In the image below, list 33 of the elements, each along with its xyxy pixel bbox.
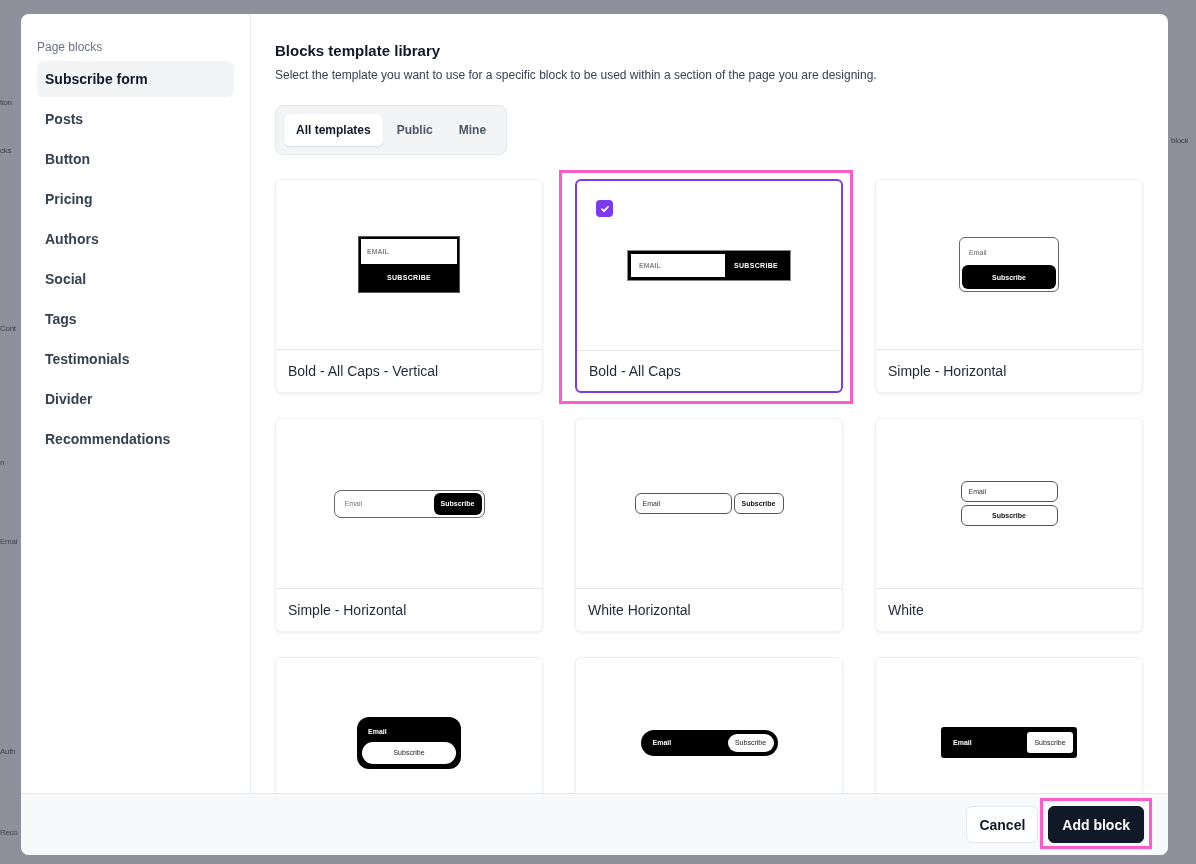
filter-tab[interactable]: Public: [384, 114, 445, 146]
filter-tab[interactable]: Mine: [446, 114, 499, 146]
sidebar-item[interactable]: Button: [37, 141, 234, 177]
background-text: Emai: [0, 537, 18, 546]
sidebar-item[interactable]: Social: [37, 261, 234, 297]
template-name: Bold - All Caps - Vertical: [287, 362, 440, 381]
library-title: Blocks template library: [275, 42, 442, 59]
sidebar-item[interactable]: Authors: [37, 221, 234, 257]
background-text: tion: [0, 98, 12, 107]
library-description: Select the template you want to use for a specific block to be used within a section of the page you are designing.: [275, 68, 878, 82]
add-button[interactable]: Add block: [1048, 806, 1144, 843]
sidebar-item[interactable]: Tags: [37, 301, 234, 337]
checkbox-checked-icon[interactable]: [596, 200, 613, 217]
background-text: n: [0, 458, 5, 467]
template-name: Simple - Horizontal: [287, 601, 408, 620]
sidebar-heading: Page blocks: [37, 40, 104, 54]
sidebar-item[interactable]: Divider: [37, 381, 234, 417]
background-text: block: [1171, 136, 1189, 145]
template-name: Bold - All Caps: [588, 362, 682, 381]
sidebar-item[interactable]: Posts: [37, 101, 234, 137]
cancel-button[interactable]: Cancel: [966, 806, 1039, 843]
background-text: Auth: [0, 747, 16, 756]
background-text: Reco: [0, 828, 18, 837]
sidebar-item[interactable]: Subscribe form: [37, 61, 234, 97]
template-name: Simple - Horizontal: [887, 362, 1008, 381]
sidebar-item[interactable]: Pricing: [37, 181, 234, 217]
sidebar-item[interactable]: Recommendations: [37, 421, 234, 457]
template-name: White: [887, 601, 925, 620]
background-text: cks: [0, 146, 12, 155]
background-text: Cont: [0, 324, 16, 333]
sidebar-item[interactable]: Testimonials: [37, 341, 234, 377]
filter-tab[interactable]: All templates: [284, 114, 383, 146]
template-name: White Horizontal: [587, 601, 692, 620]
